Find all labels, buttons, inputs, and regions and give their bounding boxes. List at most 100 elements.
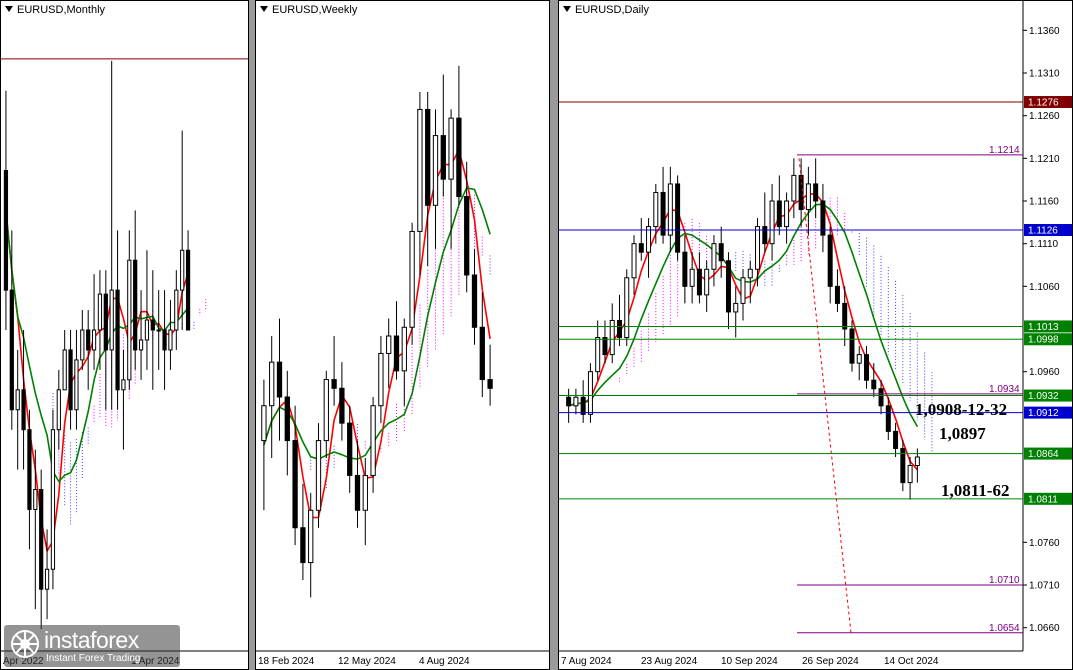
price-tick-label: 1.1210: [1029, 154, 1060, 165]
projection-level-label: 1.0654: [989, 623, 1020, 634]
time-tick-label: 26 Sep 2024: [802, 656, 859, 667]
candle-body: [15, 389, 20, 411]
monthly-chart-title: EURUSD,Monthly: [5, 4, 105, 16]
price-label-text: 1.0912: [1028, 408, 1059, 419]
candle-body: [653, 191, 659, 228]
candle-body: [417, 108, 423, 232]
candle-body: [602, 337, 608, 356]
candle-body: [609, 319, 615, 356]
candle-body: [725, 260, 731, 313]
price-tick-label: 1.1160: [1029, 197, 1059, 208]
candle-body: [86, 329, 91, 351]
candle-body: [162, 329, 167, 351]
candle-body: [370, 405, 376, 476]
candle-body: [185, 249, 191, 331]
price-tick-label: 1.0710: [1029, 581, 1060, 592]
candle-body: [74, 359, 79, 411]
candle-body: [696, 268, 702, 296]
candle-body: [97, 293, 103, 331]
weekly-chart: 18 Feb 2024 12 May 2024 4 Aug 2024: [256, 65, 549, 667]
candle-body: [362, 474, 368, 511]
price-tick-label: 1.1260: [1029, 111, 1060, 122]
candle-body: [339, 387, 345, 424]
candle-body: [174, 289, 179, 331]
candle-body: [573, 396, 579, 407]
candle-body: [624, 277, 630, 339]
time-tick-label: 4 Aug 2024: [419, 656, 470, 667]
price-tick-label: 1.1060: [1029, 282, 1060, 293]
candle-body: [103, 293, 108, 351]
price-tick-label: 1.0660: [1029, 623, 1060, 634]
candle-body: [109, 289, 114, 351]
candle-body: [740, 277, 746, 304]
projection-level-label: 1.0934: [989, 384, 1020, 395]
annotation-resistance-level: 1,0897: [939, 424, 986, 443]
candle-body: [127, 259, 132, 381]
price-label-text: 1.1126: [1028, 226, 1058, 237]
candle-body: [91, 329, 97, 351]
candle-body: [331, 379, 337, 389]
candle-body: [675, 183, 681, 253]
candle-body: [62, 349, 67, 391]
candle-body: [3, 170, 9, 291]
projection-level-label: 1.1214: [989, 145, 1020, 156]
price-label-text: 1.0811: [1028, 494, 1058, 505]
candle-body: [631, 243, 637, 279]
candle-body: [711, 243, 717, 270]
candle-body: [284, 396, 290, 442]
candle-body: [616, 319, 622, 339]
candle-body: [138, 339, 144, 351]
price-label-text: 1.0864: [1028, 449, 1059, 460]
candle-body: [769, 200, 775, 245]
monthly-chart-panel[interactable]: Apr 20221 Apr 2024 EURUSD,Monthly: [0, 0, 249, 670]
candle-body: [150, 319, 155, 331]
weekly-chart-title: EURUSD,Weekly: [260, 4, 357, 16]
candle-body: [471, 274, 478, 328]
candle-body: [878, 388, 884, 407]
candle-body: [347, 422, 353, 476]
price-label-text: 1.1276: [1028, 98, 1059, 109]
price-tick-label: 1.1310: [1029, 69, 1060, 80]
instaforex-watermark: instaforex Instant Forex Trading: [4, 625, 180, 667]
kijun-sen-line: [263, 186, 491, 460]
candle-body: [378, 352, 384, 407]
time-tick-label: 10 Sep 2024: [721, 656, 778, 667]
daily-chart-panel[interactable]: 1.1360 1.1310 1.1260 1.1210 1.1160 1.1110 1.10…: [558, 0, 1073, 670]
projection-level-label: 1.0710: [989, 575, 1020, 586]
instaforex-logo-icon: [11, 630, 39, 658]
candle-body: [747, 268, 753, 279]
candle-body: [393, 335, 400, 372]
candle-body: [893, 430, 899, 449]
candle-body: [33, 489, 38, 510]
candle-body: [595, 337, 601, 373]
candle-body: [864, 354, 870, 381]
candle-body: [323, 379, 329, 442]
candle-body: [44, 568, 50, 590]
monthly-title-text: EURUSD,Monthly: [17, 4, 106, 16]
price-label-text: 1.0998: [1028, 335, 1059, 346]
candle-body: [409, 230, 415, 328]
candle-body: [849, 328, 855, 364]
weekly-title-text: EURUSD,Weekly: [272, 4, 358, 16]
candle-body: [121, 379, 126, 391]
weekly-chart-panel[interactable]: 18 Feb 2024 12 May 2024 4 Aug 2024 EURUSD,…: [255, 0, 550, 670]
candle-body: [80, 329, 85, 361]
candle-body: [276, 361, 283, 398]
time-tick-label: 18 Feb 2024: [258, 656, 315, 667]
candle-body: [68, 349, 73, 411]
candle-body: [587, 371, 593, 415]
candle-body: [776, 200, 782, 228]
candle-body: [871, 379, 877, 390]
candle-body: [168, 329, 173, 351]
candle-body: [479, 326, 485, 381]
candle-body: [784, 200, 790, 228]
candle-body: [834, 285, 840, 304]
candle-body: [440, 135, 446, 180]
candle-body: [660, 191, 666, 236]
annotation-resistance-zone: 1,0908-12-32: [915, 400, 1008, 419]
dropdown-triangle-icon: [5, 6, 13, 12]
candle-body: [300, 527, 306, 564]
candle-body: [762, 226, 768, 245]
candle-body: [914, 456, 920, 467]
annotation-support-zone: 1,0811-62: [941, 481, 1010, 500]
